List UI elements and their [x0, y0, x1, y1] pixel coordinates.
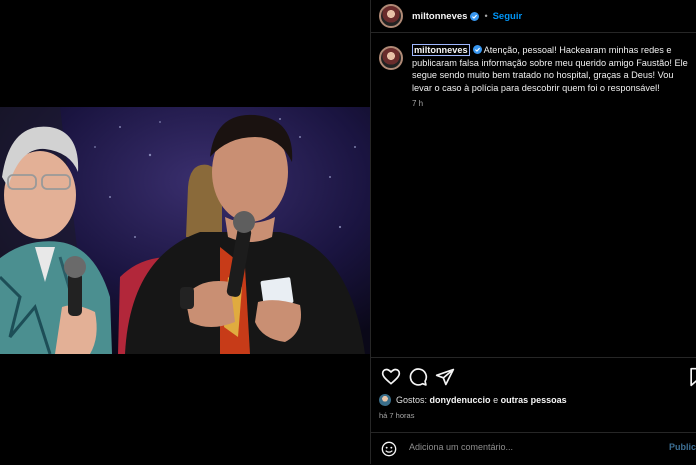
- likes-others-link[interactable]: outras pessoas: [501, 395, 567, 405]
- post-panel: miltonneves • Seguir miltonneves Atenção,…: [370, 0, 696, 464]
- comment-icon[interactable]: [408, 367, 428, 387]
- follow-button[interactable]: Seguir: [493, 11, 523, 22]
- emoji-icon[interactable]: [381, 441, 397, 457]
- caption-avatar[interactable]: [379, 46, 403, 70]
- caption-body: miltonneves Atenção, pessoal! Hackearam m…: [412, 44, 695, 111]
- liker-avatar[interactable]: [379, 394, 391, 406]
- author-username[interactable]: miltonneves: [412, 11, 467, 22]
- save-icon[interactable]: [687, 367, 696, 387]
- likes-prefix: Gostos:: [396, 395, 428, 405]
- caption-time[interactable]: 7 h: [412, 98, 695, 111]
- action-bar: [371, 357, 696, 398]
- separator-dot: •: [484, 11, 488, 21]
- liker-username[interactable]: donydenuccio: [430, 395, 491, 405]
- verified-icon: [470, 11, 480, 21]
- share-icon[interactable]: [435, 367, 455, 387]
- tv-show-photo: [0, 107, 370, 354]
- post-header: miltonneves • Seguir: [371, 0, 696, 33]
- comment-input[interactable]: Adiciona um comentário...: [409, 442, 513, 452]
- likes-row: Gostos: donydenuccio e outras pessoas: [379, 394, 567, 406]
- post-media: [0, 0, 370, 464]
- publish-button[interactable]: Publicar: [669, 442, 696, 452]
- post-photo[interactable]: [0, 107, 370, 354]
- likes-connector: e: [493, 395, 499, 405]
- author-avatar[interactable]: [379, 4, 403, 28]
- comment-bar: Adiciona um comentário... Publicar: [371, 432, 696, 465]
- caption-username[interactable]: miltonneves: [412, 44, 470, 56]
- post-timestamp[interactable]: há 7 horas: [379, 411, 414, 420]
- caption: miltonneves Atenção, pessoal! Hackearam m…: [379, 44, 695, 111]
- verified-icon: [472, 45, 482, 54]
- heart-icon[interactable]: [381, 367, 401, 387]
